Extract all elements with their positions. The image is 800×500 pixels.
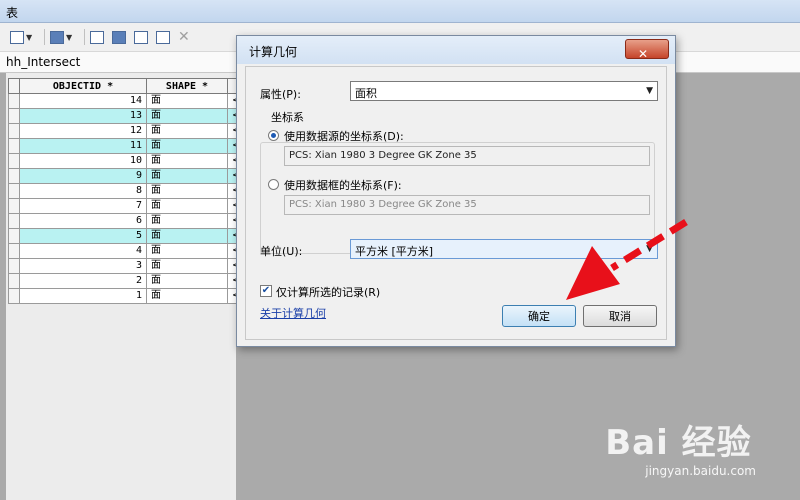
arrow-shaft (610, 219, 688, 271)
arrow-head-icon (566, 246, 620, 300)
watermark-brand: Bai 经验 (605, 423, 752, 463)
baidu-watermark: Bai 经验 jingyan.baidu.com (605, 415, 756, 478)
watermark-url: jingyan.baidu.com (645, 464, 756, 478)
